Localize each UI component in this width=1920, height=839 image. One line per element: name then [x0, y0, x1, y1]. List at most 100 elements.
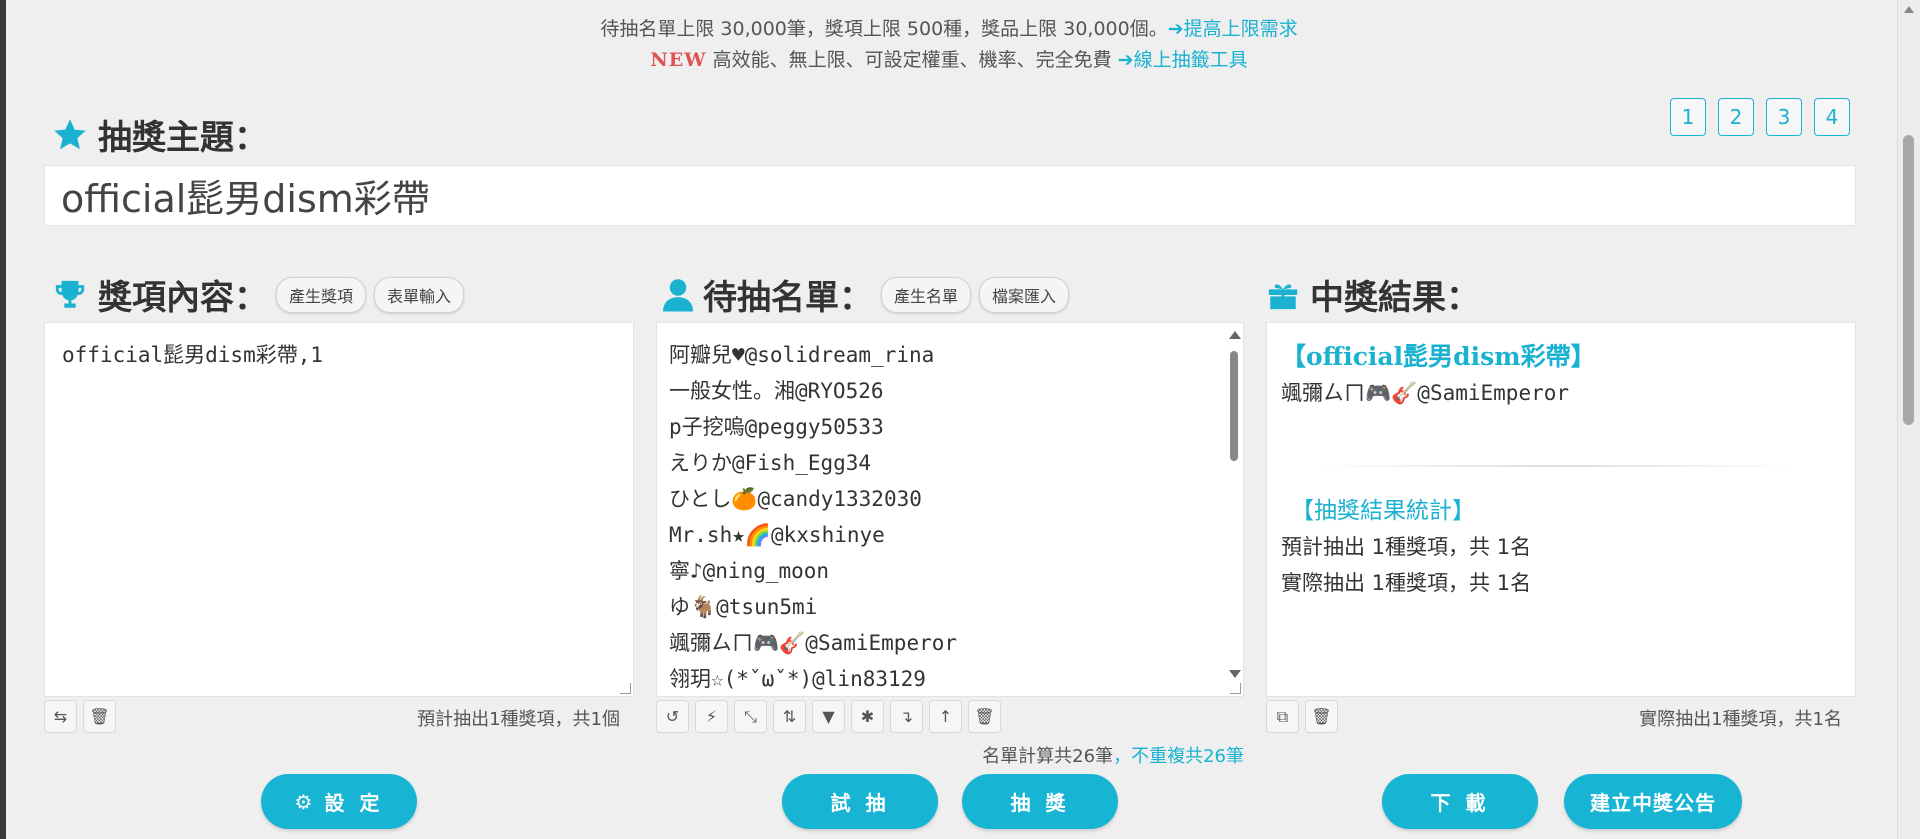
clear-prizes-button[interactable]: 🗑: [83, 700, 116, 733]
form-input-button[interactable]: 表單輸入: [374, 276, 465, 313]
window-frame: [0, 0, 6, 839]
clear-list-button[interactable]: 🗑: [968, 700, 1001, 733]
settings-button[interactable]: ⚙ 設 定: [261, 774, 417, 829]
theme-label: 抽獎主題：: [98, 118, 268, 158]
swap-button[interactable]: ⇆: [44, 700, 77, 733]
trophy-icon: [52, 278, 88, 312]
copy-button[interactable]: ⧉: [1266, 700, 1299, 733]
filter-button[interactable]: ▼: [812, 700, 845, 733]
scroll-thumb[interactable]: [1230, 351, 1238, 461]
new-tool-notice: NEW 高效能、無上限、可設定權重、機率、完全免費 ➔線上抽籤工具: [0, 45, 1898, 72]
filter-icon: ▼: [822, 707, 835, 726]
move-down-button[interactable]: ↴: [890, 700, 923, 733]
compress-button[interactable]: ⤡: [734, 700, 767, 733]
generate-prizes-button[interactable]: 產生獎項: [276, 276, 367, 313]
compress-icon: ⤡: [744, 706, 757, 726]
scroll-up-icon[interactable]: [1904, 6, 1914, 13]
draw-button[interactable]: 抽 獎: [962, 774, 1118, 829]
page-selector: 1 2 3 4: [1670, 98, 1850, 136]
clear-results-button[interactable]: 🗑: [1305, 700, 1338, 733]
limit-notice: 待抽名單上限 30,000筆，獎項上限 500種，獎品上限 30,000個。➔提…: [0, 14, 1898, 41]
stats-title: 【抽獎結果統計】: [1291, 498, 1475, 524]
user-icon: [663, 277, 693, 313]
entrants-scrollbar[interactable]: [1227, 331, 1241, 686]
swap-icon: ⇆: [53, 707, 68, 726]
scroll-thumb[interactable]: [1903, 135, 1914, 425]
create-announcement-button[interactable]: 建立中獎公告: [1564, 774, 1742, 829]
list-item: 阿瓣兒♥@solidream_rina: [669, 343, 935, 367]
results-panel: 【official髭男dism彩帶】 颯彌ㄙㄇ🎮🎸@SamiEmperor 【抽…: [1266, 322, 1856, 697]
entrants-label: 待抽名單：: [703, 278, 873, 318]
undo-button[interactable]: ↺: [656, 700, 689, 733]
list-item: ひとし🍊@candy1332030: [669, 487, 922, 511]
prizes-toolbar: ⇆ 🗑: [44, 700, 116, 733]
list-item: ゆ🐐@tsun5mi: [669, 595, 818, 619]
results-toolbar: ⧉ 🗑: [1266, 700, 1338, 733]
entrants-list: 阿瓣兒♥@solidream_rina 一般女性。湘@RYO526 p子挖嗚@p…: [669, 337, 958, 696]
scroll-down-icon[interactable]: [1229, 670, 1241, 678]
entrants-toolbar: ↺ ⚡ ⤡ ⇅ ▼ ✱ ↴ ↑ 🗑: [656, 700, 1001, 733]
list-item: 一般女性。湘@RYO526: [669, 379, 884, 403]
download-button[interactable]: 下 載: [1382, 774, 1538, 829]
raise-limit-link[interactable]: ➔提高上限需求: [1168, 18, 1298, 40]
result-prize-title: 【official髭男dism彩帶】: [1281, 342, 1596, 371]
entrants-count-total: 名單計算共26筆: [982, 746, 1114, 767]
entrants-heading: 待抽名單： 產生名單 檔案匯入: [663, 270, 1070, 319]
page-button-4[interactable]: 4: [1814, 98, 1850, 136]
settings-label: 設 定: [324, 791, 384, 815]
list-item: えりか@Fish_Egg34: [669, 451, 872, 475]
scroll-up-icon[interactable]: [1229, 331, 1241, 339]
asterisk-button[interactable]: ✱: [851, 700, 884, 733]
file-import-button[interactable]: 檔案匯入: [979, 276, 1070, 313]
generate-list-button[interactable]: 產生名單: [881, 276, 972, 313]
trash-icon: 🗑: [1311, 707, 1332, 726]
page-button-2[interactable]: 2: [1718, 98, 1754, 136]
star-icon: [52, 117, 88, 153]
limit-notice-text: 待抽名單上限 30,000筆，獎項上限 500種，獎品上限 30,000個。: [600, 18, 1168, 40]
arrow-down-icon: ↴: [899, 707, 914, 726]
trash-icon: 🗑: [974, 707, 995, 726]
list-item: Mr.sh★🌈@kxshinye: [669, 523, 885, 547]
theme-input[interactable]: official髭男dism彩帶: [44, 165, 1856, 226]
gift-icon: [1266, 278, 1300, 312]
trash-icon: 🗑: [89, 707, 110, 726]
asterisk-icon: ✱: [860, 707, 875, 726]
entrants-count: 名單計算共26筆，不重複共26筆: [982, 742, 1244, 768]
arrow-up-icon: ↑: [938, 707, 953, 726]
new-tool-text: 高效能、無上限、可設定權重、機率、完全免費: [712, 49, 1118, 71]
prizes-content: official髭男dism彩帶,1: [62, 343, 324, 367]
resize-handle-icon[interactable]: [620, 683, 631, 694]
magic-wand-button[interactable]: ⚡: [695, 700, 728, 733]
entrants-count-unique: ，不重複共26筆: [1113, 746, 1244, 767]
results-heading: 中獎結果：: [1266, 270, 1480, 319]
gear-icon: ⚙: [294, 789, 317, 814]
list-item: p子挖嗚@peggy50533: [669, 415, 884, 439]
page-button-1[interactable]: 1: [1670, 98, 1706, 136]
undo-icon: ↺: [665, 707, 680, 726]
prizes-textarea[interactable]: official髭男dism彩帶,1: [44, 322, 634, 697]
list-item: 翎玥☆(*ˇωˇ*)@lin83129: [669, 667, 926, 691]
resize-handle-icon[interactable]: [1230, 683, 1241, 694]
divider: [1317, 465, 1797, 467]
prizes-heading: 獎項內容： 產生獎項 表單輸入: [52, 270, 465, 319]
prizes-label: 獎項內容：: [98, 278, 268, 318]
prizes-count: 預計抽出1種獎項，共1個: [417, 709, 620, 730]
results-count: 實際抽出1種獎項，共1名: [1639, 709, 1842, 730]
new-badge: NEW: [650, 49, 707, 71]
result-winner: 颯彌ㄙㄇ🎮🎸@SamiEmperor: [1281, 381, 1570, 405]
page-scrollbar[interactable]: [1897, 0, 1920, 839]
page-button-3[interactable]: 3: [1766, 98, 1802, 136]
entrants-textarea[interactable]: 阿瓣兒♥@solidream_rina 一般女性。湘@RYO526 p子挖嗚@p…: [656, 322, 1244, 697]
stats-expected: 預計抽出 1種獎項，共 1名: [1281, 535, 1532, 559]
results-label: 中獎結果：: [1310, 278, 1480, 318]
magic-wand-icon: ⚡: [705, 707, 718, 726]
move-up-button[interactable]: ↑: [929, 700, 962, 733]
copy-icon: ⧉: [1276, 706, 1289, 726]
list-item: 寧♪@ning_moon: [669, 559, 830, 583]
trial-draw-button[interactable]: 試 抽: [782, 774, 938, 829]
sort-button[interactable]: ⇅: [773, 700, 806, 733]
stats-actual: 實際抽出 1種獎項，共 1名: [1281, 571, 1532, 595]
online-draw-tool-link[interactable]: ➔線上抽籤工具: [1118, 49, 1248, 71]
theme-heading: 抽獎主題：: [52, 110, 268, 159]
list-item: 颯彌ㄙㄇ🎮🎸@SamiEmperor: [669, 631, 958, 655]
